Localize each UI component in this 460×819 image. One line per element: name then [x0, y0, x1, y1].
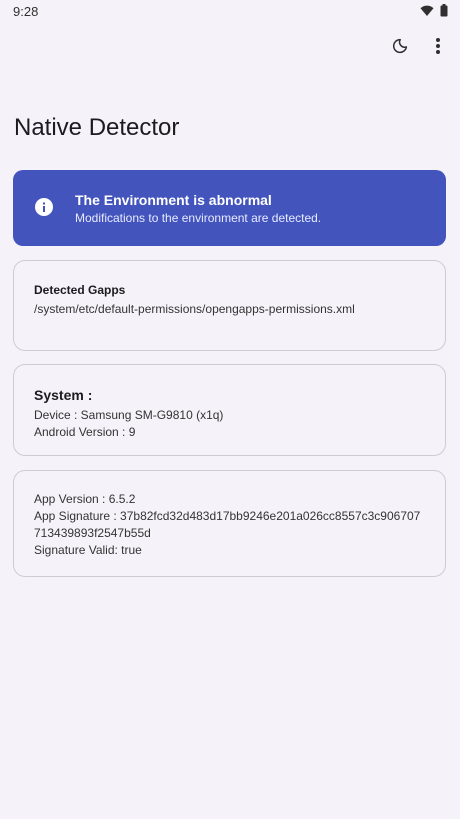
android-version: Android Version : 9 — [34, 425, 136, 439]
app-signature: App Signature : 37b82fcd32d483d17bb9246e… — [34, 509, 421, 540]
system-title: System : — [34, 387, 93, 403]
detected-gapps-path: /system/etc/default-permissions/opengapp… — [34, 302, 355, 316]
moon-icon — [391, 37, 409, 60]
banner-subtitle: Modifications to the environment are det… — [75, 211, 322, 225]
more-vert-icon — [435, 37, 441, 60]
info-icon — [35, 198, 53, 221]
system-info-card: System : Device : Samsung SM-G9810 (x1q)… — [13, 364, 446, 456]
battery-icon — [440, 4, 448, 22]
banner-title: The Environment is abnormal — [75, 192, 272, 208]
status-bar: 9:28 — [0, 0, 460, 24]
more-options-button[interactable] — [426, 36, 450, 60]
status-icons — [420, 4, 448, 22]
page-title: Native Detector — [14, 114, 180, 141]
toolbar-actions — [388, 36, 450, 60]
detected-gapps-title: Detected Gapps — [34, 283, 126, 297]
environment-status-banner: The Environment is abnormal Modification… — [13, 170, 446, 246]
app-info-card: App Version : 6.5.2 App Signature : 37b8… — [13, 470, 446, 577]
device-info: Device : Samsung SM-G9810 (x1q) — [34, 408, 224, 422]
theme-toggle-button[interactable] — [388, 36, 412, 60]
detected-gapps-card: Detected Gapps /system/etc/default-permi… — [13, 260, 446, 351]
wifi-icon — [420, 4, 434, 22]
status-time: 9:28 — [13, 4, 39, 19]
signature-valid: Signature Valid: true — [34, 543, 142, 557]
app-version: App Version : 6.5.2 — [34, 492, 136, 506]
